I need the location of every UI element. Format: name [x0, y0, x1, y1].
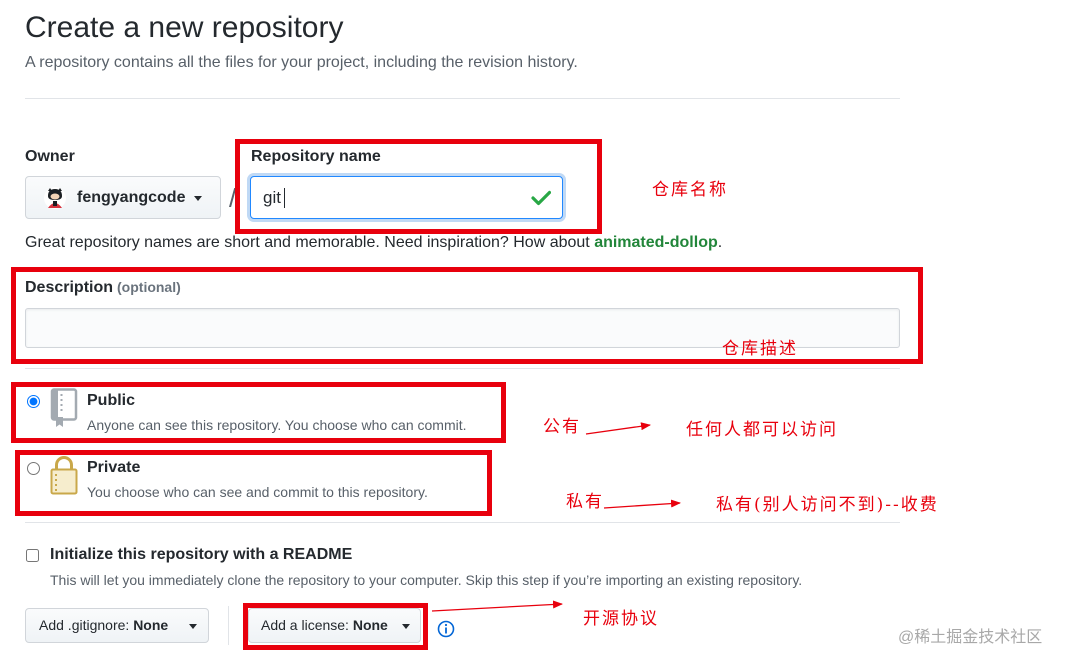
add-license-button[interactable]: Add a license: None	[248, 608, 421, 643]
annotation-private-note: 私有(别人访问不到)--收费	[716, 495, 939, 515]
name-suggestion-link[interactable]: animated-dollop	[594, 234, 718, 251]
caret-down-icon	[402, 624, 410, 629]
annotation-public-note: 任何人都可以访问	[686, 420, 838, 440]
watermark: @稀土掘金技术社区	[898, 629, 1043, 646]
owner-select-button[interactable]: fengyangcode	[25, 176, 221, 219]
public-title: Public	[87, 392, 136, 409]
info-icon[interactable]	[437, 620, 455, 638]
description-divider	[25, 368, 900, 369]
annotation-private-label: 私有	[566, 492, 604, 512]
text-cursor	[284, 188, 285, 208]
hint-suffix: .	[717, 234, 723, 251]
repo-name-input[interactable]	[250, 176, 563, 219]
repo-name-label: Repository name	[251, 148, 381, 165]
caret-down-icon	[194, 196, 202, 201]
owner-label: Owner	[25, 148, 75, 165]
create-repository-page: Create a new repository A repository con…	[0, 0, 1077, 668]
public-arrow	[585, 422, 651, 435]
header-divider	[25, 98, 900, 99]
description-label-text: Description	[25, 279, 114, 296]
private-title: Private	[87, 459, 141, 476]
license-label: Add a license:	[261, 617, 349, 633]
owner-name: fengyangcode	[77, 189, 186, 206]
description-label: Description (optional)	[25, 277, 181, 298]
gitignore-label: Add .gitignore:	[39, 617, 130, 633]
gitignore-value: None	[133, 617, 169, 633]
annotation-public-label: 公有	[543, 417, 581, 437]
readme-description: This will let you immediately clone the …	[50, 572, 803, 588]
visibility-divider	[25, 522, 900, 523]
page-subtitle: A repository contains all the files for …	[25, 54, 578, 71]
repo-name-hint: Great repository names are short and mem…	[25, 233, 722, 253]
check-icon	[531, 190, 551, 206]
annotation-repo-name: 仓库名称	[652, 180, 728, 200]
caret-down-icon	[189, 624, 197, 629]
owner-repo-separator: /	[229, 183, 237, 213]
optional-tag: (optional)	[117, 279, 181, 295]
annotation-description: 仓库描述	[722, 339, 798, 359]
page-title: Create a new repository	[25, 11, 344, 44]
private-description: You choose who can see and commit to thi…	[87, 484, 428, 500]
lock-icon	[50, 456, 78, 495]
public-radio[interactable]	[27, 395, 40, 408]
readme-checkbox[interactable]	[26, 549, 39, 562]
private-radio[interactable]	[27, 462, 40, 475]
private-arrow	[603, 499, 681, 509]
octocat-avatar-icon	[44, 187, 66, 209]
license-value: None	[352, 617, 388, 633]
public-description: Anyone can see this repository. You choo…	[87, 417, 467, 433]
repo-book-icon	[50, 388, 78, 427]
annotation-license: 开源协议	[583, 609, 659, 629]
button-divider	[228, 606, 229, 645]
license-arrow	[431, 600, 563, 612]
add-gitignore-button[interactable]: Add .gitignore: None	[25, 608, 209, 643]
readme-label[interactable]: Initialize this repository with a README	[50, 545, 352, 565]
hint-text: Great repository names are short and mem…	[25, 234, 595, 251]
